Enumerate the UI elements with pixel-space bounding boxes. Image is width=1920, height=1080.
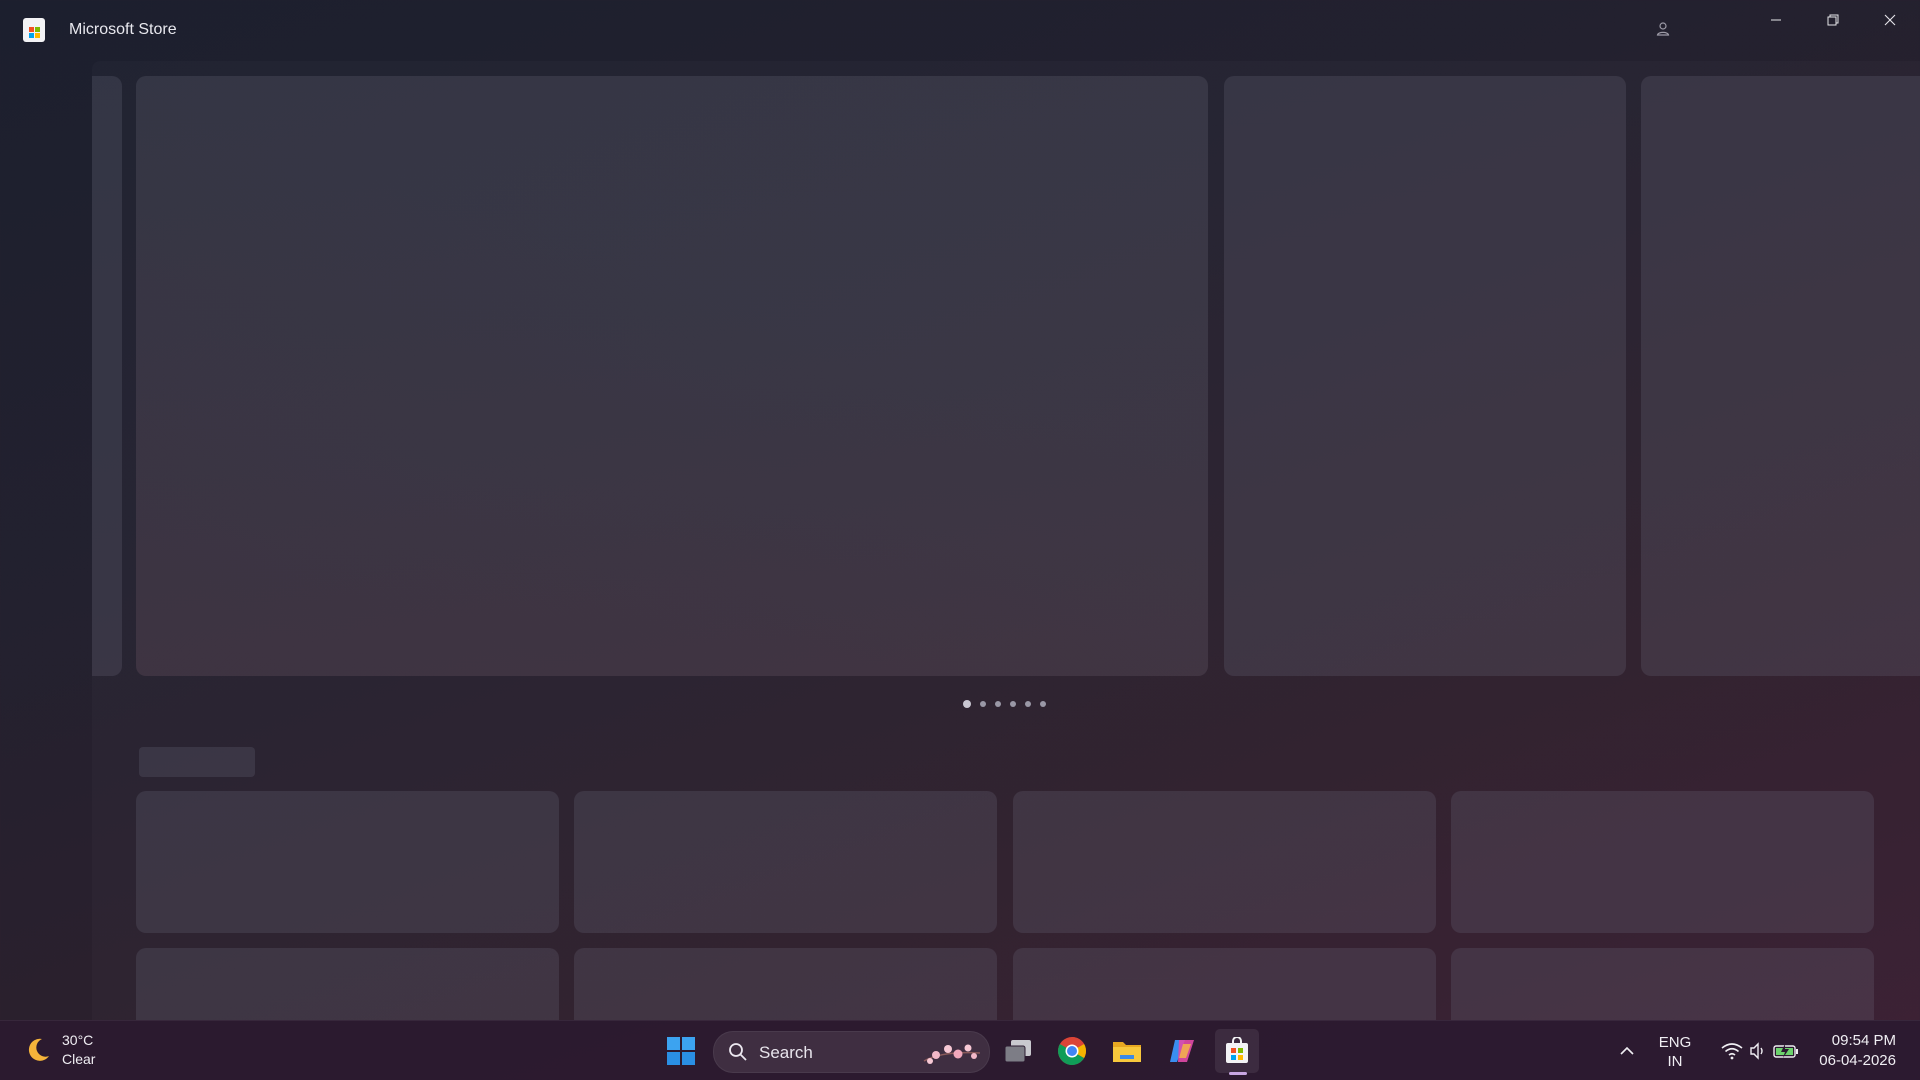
- pager-dot[interactable]: [1025, 701, 1031, 707]
- chrome-button[interactable]: [1050, 1029, 1094, 1073]
- title-bar: Microsoft Store: [0, 0, 1920, 60]
- battery-charging-icon: [1773, 1044, 1798, 1058]
- pager-dot[interactable]: [980, 701, 986, 707]
- app-tile-placeholder[interactable]: [1451, 948, 1874, 1020]
- microsoft-store-button[interactable]: [1215, 1029, 1259, 1073]
- app-tile-placeholder[interactable]: [136, 948, 559, 1020]
- app-tile-placeholder[interactable]: [136, 791, 559, 933]
- app-tile-placeholder[interactable]: [574, 948, 997, 1020]
- account-button[interactable]: [1648, 14, 1678, 44]
- volume-icon: [1750, 1042, 1763, 1060]
- active-app-indicator: [1229, 1072, 1247, 1075]
- pager-dot[interactable]: [1010, 701, 1016, 707]
- pager-dot[interactable]: [1040, 701, 1046, 707]
- language-code: ENG: [1658, 1034, 1692, 1051]
- carousel-pager[interactable]: [963, 700, 1046, 708]
- search-label: Search: [759, 1043, 813, 1062]
- store-icon: [1226, 1037, 1248, 1063]
- window-title: Microsoft Store: [69, 21, 177, 38]
- copilot-button[interactable]: [1160, 1029, 1204, 1073]
- weather-widget[interactable]: 30°C Clear: [24, 1031, 95, 1069]
- region-code: IN: [1667, 1053, 1683, 1070]
- chrome-icon: [1058, 1037, 1086, 1065]
- clock[interactable]: 09:54 PM 06-04-2026: [1819, 1031, 1896, 1071]
- windows-logo-icon: [667, 1037, 695, 1065]
- quick-settings-button[interactable]: [1710, 1029, 1810, 1073]
- restore-icon: [1827, 14, 1839, 26]
- copilot-icon: [1170, 1040, 1194, 1062]
- hero-card-peek[interactable]: [1641, 76, 1920, 676]
- main-content: [92, 61, 1920, 1020]
- start-button[interactable]: [659, 1029, 703, 1073]
- task-view-button[interactable]: [996, 1029, 1040, 1073]
- pager-dot[interactable]: [995, 701, 1001, 707]
- app-tile-placeholder[interactable]: [1451, 791, 1874, 933]
- section-title-placeholder: [139, 747, 255, 777]
- moon-icon: [28, 1038, 49, 1061]
- person-icon: [1656, 22, 1670, 36]
- hero-card-next[interactable]: [1224, 76, 1626, 676]
- taskbar: 30°C Clear Search ENG IN 09:54 PM 06-04-…: [0, 1020, 1920, 1080]
- app-tile-placeholder[interactable]: [1013, 791, 1436, 933]
- file-explorer-button[interactable]: [1105, 1029, 1149, 1073]
- show-hidden-icons-button[interactable]: [1605, 1029, 1649, 1073]
- restore-button[interactable]: [1805, 0, 1861, 40]
- minimize-icon: [1771, 19, 1781, 21]
- minimize-button[interactable]: [1748, 0, 1804, 40]
- taskbar-search[interactable]: Search: [713, 1031, 990, 1073]
- app-tile-placeholder[interactable]: [1013, 948, 1436, 1020]
- app-tile-placeholder[interactable]: [574, 791, 997, 933]
- search-icon: [729, 1043, 747, 1061]
- close-icon: [1884, 14, 1896, 26]
- language-indicator[interactable]: ENG IN: [1655, 1033, 1695, 1071]
- weather-temperature: 30°C: [62, 1032, 94, 1048]
- blossom-decoration-icon: [923, 1044, 981, 1064]
- wifi-icon: [1721, 1043, 1743, 1060]
- store-app-icon: [23, 18, 45, 42]
- chevron-up-icon: [1620, 1046, 1634, 1055]
- pager-dot[interactable]: [963, 700, 971, 708]
- weather-condition: Clear: [62, 1051, 96, 1067]
- hero-card-main[interactable]: [136, 76, 1208, 676]
- close-button[interactable]: [1862, 0, 1918, 40]
- hero-card-previous[interactable]: [92, 76, 122, 676]
- folder-icon: [1113, 1042, 1141, 1062]
- clock-date: 06-04-2026: [1819, 1052, 1896, 1069]
- clock-time: 09:54 PM: [1831, 1032, 1896, 1049]
- task-view-icon: [1004, 1040, 1031, 1063]
